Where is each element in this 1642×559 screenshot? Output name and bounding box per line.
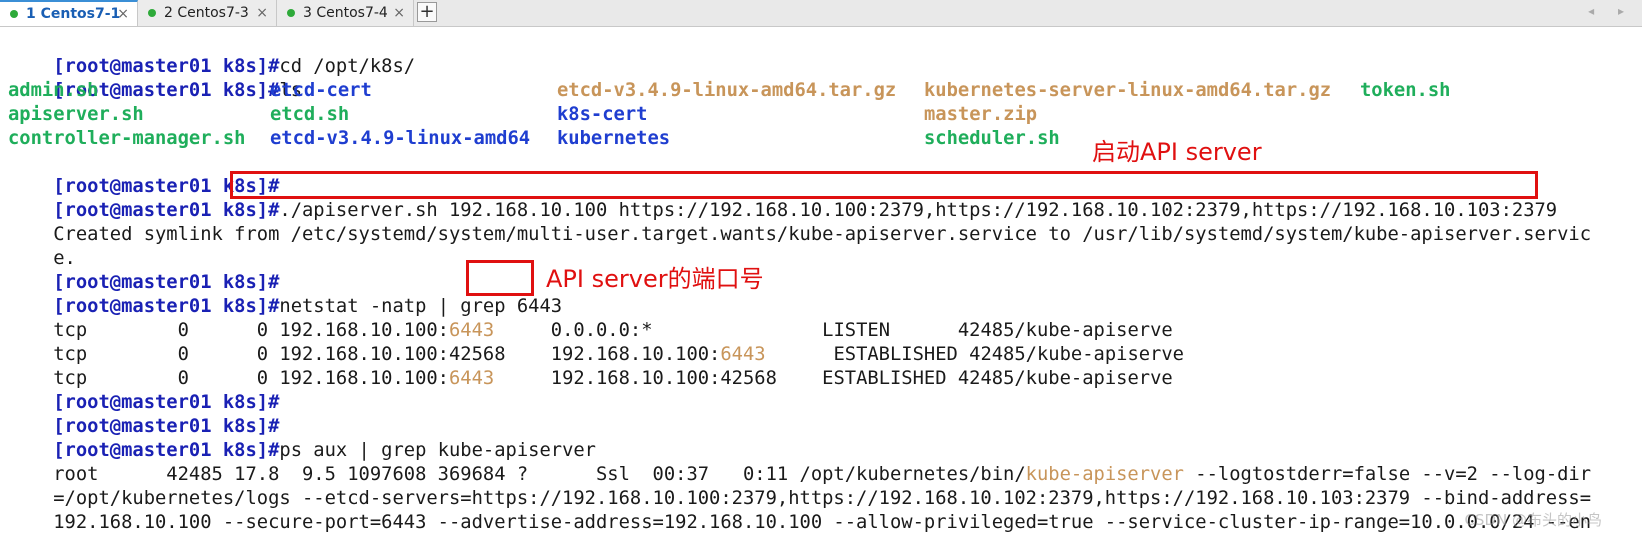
netstat-text: ESTABLISHED 42485/kube-apiserve — [822, 368, 1173, 389]
dir-entry: etcd-v3.4.9-linux-amd64 — [270, 128, 531, 149]
ls-row: controller-manager.sh etcd-v3.4.9-linux-… — [8, 127, 1628, 151]
netstat-row: tcp 0 0 192.168.10.100:6443 0.0.0.0:* LI… — [8, 295, 1172, 341]
ps-text: 192.168.10.100 --secure-port=6443 --adve… — [53, 512, 1592, 533]
archive-entry: kubernetes-server-linux-amd64.tar.gz — [924, 80, 1332, 101]
connected-status-icon — [10, 10, 18, 18]
terminal-line: e. — [8, 223, 76, 269]
tab-centos7-4[interactable]: 3 Centos7-4 × — [277, 0, 414, 26]
terminal-line: [root@master01 k8s]#ls — [8, 55, 302, 101]
port-highlight-box — [466, 260, 534, 296]
start-api-annotation: 启动API server — [1092, 138, 1262, 166]
netstat-row: tcp 0 0 192.168.10.100:42568 192.168.10.… — [8, 319, 1184, 365]
connected-status-icon — [148, 9, 156, 17]
dir-entry: k8s-cert — [557, 104, 648, 125]
port-highlight: 6443 — [449, 368, 495, 389]
tab-label: 3 Centos7-4 — [303, 5, 388, 21]
apiserver-command-highlight-box — [230, 171, 1538, 199]
dir-entry: kubernetes — [557, 128, 671, 149]
terminal-line: [root@master01 k8s]# — [8, 391, 279, 437]
tab-centos7-3[interactable]: 2 Centos7-3 × — [138, 0, 277, 26]
tab-label: 2 Centos7-3 — [164, 5, 249, 21]
new-tab-button[interactable]: + — [417, 2, 437, 22]
netstat-row: tcp 0 0 192.168.10.100:6443 192.168.10.1… — [8, 343, 1172, 389]
file-entry: admin.sh — [8, 80, 99, 101]
close-icon[interactable]: × — [256, 5, 268, 21]
terminal-output[interactable]: [root@master01 k8s]#cd /opt/k8s/ [root@m… — [0, 31, 1642, 534]
terminal-line: [root@master01 k8s]#cd /opt/k8s/ — [8, 31, 415, 77]
netstat-text: 192.168.10.100:42568 — [494, 368, 823, 389]
terminal-line: [root@master01 k8s]#ps aux | grep kube-a… — [8, 415, 596, 461]
close-icon[interactable]: × — [393, 5, 405, 21]
ps-output-line: =/opt/kubernetes/logs --etcd-servers=htt… — [8, 463, 1591, 509]
tab-bar: 1 Centos7-1 × 2 Centos7-3 × 3 Centos7-4 … — [0, 0, 1642, 27]
terminal-line: [root@master01 k8s]# — [8, 247, 279, 293]
dir-entry: etcd-cert — [270, 80, 372, 101]
file-entry: scheduler.sh — [924, 128, 1060, 149]
archive-entry: master.zip — [924, 104, 1038, 125]
file-entry: controller-manager.sh — [8, 128, 246, 149]
tab-centos7-1[interactable]: 1 Centos7-1 × — [0, 0, 138, 26]
ls-row: apiserver.sh etcd.sh k8s-cert master.zip — [8, 103, 1628, 127]
file-entry: apiserver.sh — [8, 104, 144, 125]
api-port-annotation: API server的端口号 — [546, 265, 764, 293]
archive-entry: etcd-v3.4.9-linux-amd64.tar.gz — [557, 80, 897, 101]
ls-row: admin.sh etcd-cert etcd-v3.4.9-linux-amd… — [8, 79, 1628, 103]
output-text: Created symlink from /etc/systemd/system… — [53, 224, 1592, 245]
terminal-line: Created symlink from /etc/systemd/system… — [8, 199, 1591, 245]
tab-scroll-arrows[interactable]: ◂ ▸ — [1588, 4, 1634, 18]
ps-output-line: 192.168.10.100 --secure-port=6443 --adve… — [8, 487, 1591, 533]
ps-output-line: root 42485 17.8 9.5 1097608 369684 ? Ssl… — [8, 439, 1591, 485]
watermark: CSDN @布头的小鸟 — [1464, 511, 1602, 529]
connected-status-icon — [287, 9, 295, 17]
file-entry: token.sh — [1360, 80, 1451, 101]
file-entry: etcd.sh — [270, 104, 350, 125]
terminal-line: [root@master01 k8s]# — [8, 367, 279, 413]
close-icon[interactable]: × — [117, 6, 129, 22]
tab-label: 1 Centos7-1 — [26, 6, 121, 22]
